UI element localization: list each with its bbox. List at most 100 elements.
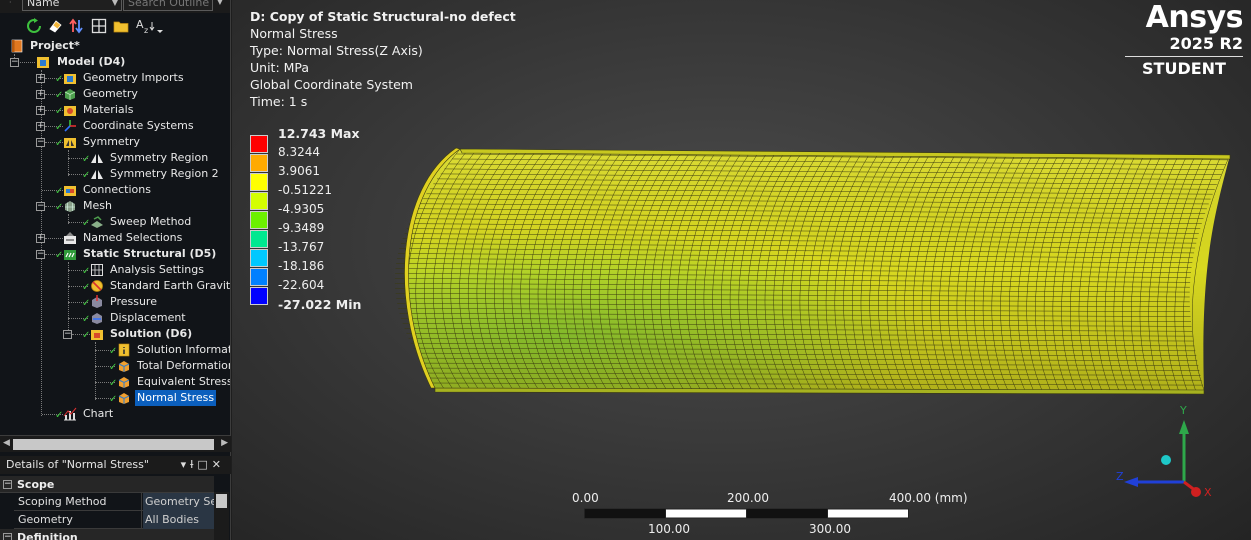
legend-value: -18.186 <box>278 259 325 273</box>
scroll-left-icon[interactable]: ◀ <box>3 438 10 448</box>
geometry-imports-icon <box>64 74 76 84</box>
materials-icon <box>64 106 76 116</box>
tree-item-displacement[interactable]: ✓ Displacement <box>0 310 230 326</box>
sort-alpha-icon[interactable]: Az <box>134 16 164 36</box>
tree-item-geometry[interactable]: + ✓ Geometry <box>0 86 230 102</box>
scrollbar-thumb[interactable] <box>13 439 214 450</box>
collapse-icon[interactable]: − <box>36 250 45 259</box>
tree-item-sweep-method[interactable]: ✓ Sweep Method <box>0 214 230 230</box>
tree-item-label: Named Selections <box>83 231 183 244</box>
tree-item-chart[interactable]: ✓ Chart <box>0 406 230 422</box>
tree-item-equivalent-stress[interactable]: ✓ Equivalent Stress <box>0 374 230 390</box>
details-vertical-scrollbar[interactable] <box>214 492 229 540</box>
outline-horizontal-scrollbar[interactable]: ◀ ▶ <box>0 435 231 452</box>
legend-swatch <box>250 173 268 191</box>
expand-icon[interactable]: + <box>36 74 45 83</box>
tree-item-total-deformation[interactable]: ✓ Total Deformation <box>0 358 230 374</box>
expand-icon[interactable]: + <box>36 90 45 99</box>
axis-triad[interactable]: Y Z X <box>1100 398 1220 508</box>
symmetry-icon <box>64 138 76 148</box>
tree-item-label: Materials <box>83 103 134 116</box>
prop-value[interactable]: All Bodies <box>143 511 214 529</box>
gravity-icon <box>91 280 103 292</box>
collapse-icon[interactable]: − <box>63 330 72 339</box>
outline-toolbar: Az <box>0 14 230 38</box>
tree-item-mesh[interactable]: − ✓ Mesh <box>0 198 230 214</box>
tree-item-normal-stress[interactable]: ✓ Normal Stress <box>0 390 230 406</box>
tree-item-analysis-settings[interactable]: ✓ Analysis Settings <box>0 262 230 278</box>
expand-all-icon[interactable] <box>89 16 109 36</box>
legend-swatch <box>250 135 268 153</box>
sort-arrows-icon[interactable] <box>66 16 86 36</box>
tree-item-label: Project* <box>30 39 80 52</box>
symmetry-region-icon <box>91 170 103 179</box>
legend-value: -0.51221 <box>278 183 332 197</box>
tree-item-pressure[interactable]: ✓ Pressure <box>0 294 230 310</box>
tree-item-static-structural[interactable]: − ✓ Static Structural (D5) <box>0 246 230 262</box>
tree-item-project[interactable]: Project* <box>0 38 230 54</box>
legend-swatch <box>250 211 268 229</box>
collapse-icon[interactable]: − <box>36 138 45 147</box>
geometry-icon <box>64 89 76 100</box>
logo-brand: Ansys <box>1145 0 1244 35</box>
prop-value[interactable]: Geometry Selection <box>143 493 214 511</box>
tree-item-solution[interactable]: − ✓ Solution (D6) <box>0 326 230 342</box>
result-type-line: Type: Normal Stress(Z Axis) <box>250 43 423 58</box>
name-filter-dropdown[interactable]: Name ▼ <box>22 0 122 11</box>
eraser-icon[interactable] <box>45 16 65 36</box>
expand-icon[interactable]: + <box>36 106 45 115</box>
graphics-viewport[interactable]: D: Copy of Static Structural-no defect N… <box>232 0 1251 540</box>
close-icon[interactable]: ✕ <box>212 458 225 471</box>
tree-item-symmetry-region[interactable]: ✓ Symmetry Region <box>0 150 230 166</box>
scrollbar-thumb[interactable] <box>216 494 227 508</box>
tree-item-standard-earth-gravity[interactable]: ✓ Standard Earth Gravity <box>0 278 230 294</box>
group-label: Scope <box>17 478 55 491</box>
tree-item-connections[interactable]: ✓ Connections <box>0 182 230 198</box>
tree-item-geometry-imports[interactable]: + ✓ Geometry Imports <box>0 70 230 86</box>
details-group-definition[interactable]: − Definition <box>0 529 214 540</box>
search-outline-input[interactable]: Search Outline <box>123 0 213 11</box>
tree-item-label: Coordinate Systems <box>83 119 194 132</box>
collapse-icon[interactable]: − <box>36 202 45 211</box>
group-label: Definition <box>17 531 78 540</box>
legend-swatch <box>250 249 268 267</box>
chevron-down-icon: ▼ <box>111 0 118 7</box>
tree-item-materials[interactable]: + ✓ Materials <box>0 102 230 118</box>
tree-item-label: Total Deformation <box>137 359 231 372</box>
tree-item-coordinate-systems[interactable]: + ✓ Coordinate Systems <box>0 118 230 134</box>
folder-icon[interactable] <box>111 16 131 36</box>
scale-label-400: 400.00 (mm) <box>889 491 968 505</box>
refresh-icon[interactable] <box>24 16 44 36</box>
expand-icon[interactable]: + <box>36 122 45 131</box>
collapse-icon[interactable]: − <box>3 480 12 489</box>
collapse-icon[interactable]: − <box>10 58 19 67</box>
tree-item-label: Static Structural (D5) <box>83 247 217 260</box>
mechanical-window: ·· Name ▼ Search Outline ▼ <box>0 0 1251 540</box>
collapse-icon[interactable]: − <box>3 533 12 540</box>
search-options-chevron-icon[interactable]: ▼ <box>214 0 226 11</box>
maximize-icon[interactable]: □ <box>197 458 211 471</box>
tree-item-model[interactable]: − Model (D4) <box>0 54 230 70</box>
scale-bar: 0.00 200.00 400.00 (mm) 100.00 300.00 <box>562 490 968 540</box>
legend-max-label: 12.743 Max <box>278 126 360 141</box>
prop-scoping-method[interactable]: Scoping Method Geometry Selection <box>14 493 214 511</box>
details-group-scope[interactable]: − Scope <box>0 476 214 493</box>
prop-geometry[interactable]: Geometry All Bodies <box>14 511 214 529</box>
logo-edition: STUDENT <box>1142 59 1226 78</box>
legend-value: 8.3244 <box>278 145 320 159</box>
sweep-method-icon <box>91 216 103 228</box>
panel-menu-chevron-icon[interactable]: ▾ <box>181 458 191 471</box>
scroll-right-icon[interactable]: ▶ <box>221 438 228 448</box>
outline-search-bar: ·· Name ▼ Search Outline ▼ <box>0 0 230 13</box>
result-info: D: Copy of Static Structural-no defect N… <box>250 8 516 110</box>
tree-item-named-selections[interactable]: + Named Selections <box>0 230 230 246</box>
legend-value: -9.3489 <box>278 221 325 235</box>
triad-x-label: X <box>1204 486 1212 499</box>
tree-item-solution-information[interactable]: ✓ Solution Information <box>0 342 230 358</box>
tree-item-symmetry-region-2[interactable]: ✓ Symmetry Region 2 <box>0 166 230 182</box>
tree-item-label: Symmetry Region <box>110 151 209 164</box>
tree-item-symmetry[interactable]: − ✓ Symmetry <box>0 134 230 150</box>
expand-icon[interactable]: + <box>36 234 45 243</box>
tree-item-label: Geometry Imports <box>83 71 184 84</box>
legend-value: -4.9305 <box>278 202 325 216</box>
